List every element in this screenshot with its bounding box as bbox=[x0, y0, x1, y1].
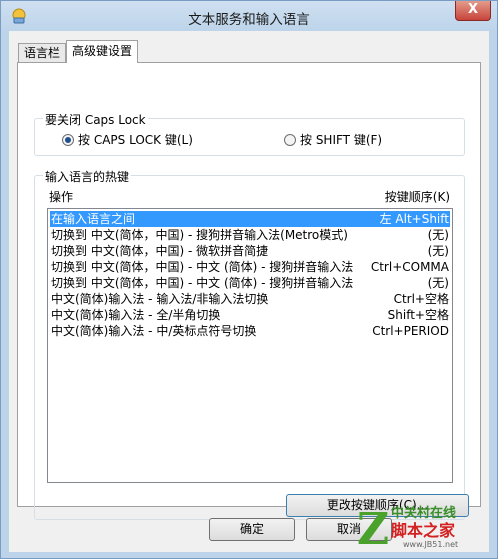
title-bar[interactable]: 文本服务和输入语言 X bbox=[1, 1, 497, 31]
watermark-url: www.JB51.net bbox=[403, 540, 459, 549]
ok-button[interactable]: 确定 bbox=[209, 518, 295, 541]
hotkey-keys: Shift+空格 bbox=[387, 308, 449, 322]
list-item[interactable]: 中文(简体)输入法 - 中/英标点符号切换 Ctrl+PERIOD bbox=[50, 323, 450, 339]
hotkey-keys: (无) bbox=[427, 228, 449, 242]
hotkey-action: 中文(简体)输入法 - 中/英标点符号切换 bbox=[51, 324, 257, 338]
dialog-window: 文本服务和输入语言 X 语言栏 高级键设置 要关闭 Caps Lock 按 CA… bbox=[0, 0, 498, 559]
hotkey-action: 在输入语言之间 bbox=[51, 212, 136, 226]
close-icon: X bbox=[467, 2, 479, 17]
radio-shift-label: 按 SHIFT 键(F) bbox=[300, 133, 383, 147]
caps-lock-group-title: 要关闭 Caps Lock bbox=[43, 111, 148, 128]
hotkey-keys: Ctrl+PERIOD bbox=[372, 324, 449, 338]
hotkey-action: 切换到 中文(简体，中国) - 搜狗拼音输入法(Metro模式) bbox=[51, 228, 348, 242]
hotkey-action: 中文(简体)输入法 - 全/半角切换 bbox=[51, 308, 221, 322]
hotkey-keys: Ctrl+COMMA bbox=[370, 260, 449, 274]
watermark-text-jb51: 脚本之家 bbox=[391, 521, 456, 540]
list-item[interactable]: 在输入语言之间 左 Alt+Shift bbox=[50, 211, 450, 227]
hotkey-keys: (无) bbox=[427, 244, 449, 258]
hotkey-keys: (无) bbox=[427, 276, 449, 290]
list-item[interactable]: 中文(简体)输入法 - 输入法/非输入法切换 Ctrl+空格 bbox=[50, 291, 450, 307]
watermark: Z 中关村在线 脚本之家 www.JB51.net bbox=[357, 496, 497, 558]
radio-selected-icon bbox=[62, 133, 74, 146]
hotkey-action: 中文(简体)输入法 - 输入法/非输入法切换 bbox=[51, 292, 269, 306]
caps-lock-group: 要关闭 Caps Lock 按 CAPS LOCK 键(L) 按 SHIFT 键… bbox=[34, 111, 465, 156]
watermark-logo: Z bbox=[357, 504, 390, 555]
hotkey-action: 切换到 中文(简体，中国) - 微软拼音简捷 bbox=[51, 244, 269, 258]
window-title: 文本服务和输入语言 bbox=[188, 12, 310, 28]
radio-shift-key[interactable]: 按 SHIFT 键(F) bbox=[284, 131, 382, 148]
list-item[interactable]: 切换到 中文(简体，中国) - 中文 (简体) - 搜狗拼音输入法 Ctrl+C… bbox=[50, 259, 450, 275]
tab-advanced-key-settings[interactable]: 高级键设置 bbox=[66, 40, 139, 63]
hotkeys-group: 输入语言的热键 操作 按键顺序(K) 在输入语言之间 左 Alt+Shift 切… bbox=[34, 168, 469, 520]
hotkey-action: 切换到 中文(简体，中国) - 中文 (简体) - 搜狗拼音输入法 bbox=[51, 260, 354, 274]
tab-language-bar[interactable]: 语言栏 bbox=[18, 43, 67, 62]
hotkeys-group-title: 输入语言的热键 bbox=[43, 168, 132, 185]
column-header-key-sequence: 按键顺序(K) bbox=[384, 190, 450, 204]
list-item[interactable]: 切换到 中文(简体，中国) - 微软拼音简捷 (无) bbox=[50, 243, 450, 259]
hotkey-action: 切换到 中文(简体，中国) - 中文 (简体) - 搜狗拼音输入法 bbox=[51, 276, 354, 290]
dialog-client-area: 语言栏 高级键设置 要关闭 Caps Lock 按 CAPS LOCK 键(L)… bbox=[9, 31, 489, 552]
list-item[interactable]: 中文(简体)输入法 - 全/半角切换 Shift+空格 bbox=[50, 307, 450, 323]
radio-caps-lock-label: 按 CAPS LOCK 键(L) bbox=[78, 133, 193, 147]
radio-caps-lock-key[interactable]: 按 CAPS LOCK 键(L) bbox=[62, 131, 193, 148]
hotkey-list[interactable]: 在输入语言之间 左 Alt+Shift 切换到 中文(简体，中国) - 搜狗拼音… bbox=[47, 208, 453, 483]
hotkey-keys: Ctrl+空格 bbox=[393, 292, 449, 306]
list-item[interactable]: 切换到 中文(简体，中国) - 中文 (简体) - 搜狗拼音输入法 (无) bbox=[50, 275, 450, 291]
close-button[interactable]: X bbox=[455, 1, 491, 21]
radio-unselected-icon bbox=[284, 133, 296, 146]
column-header-action: 操作 bbox=[49, 190, 74, 204]
hotkey-keys: 左 Alt+Shift bbox=[379, 212, 449, 226]
tab-page-advanced: 要关闭 Caps Lock 按 CAPS LOCK 键(L) 按 SHIFT 键… bbox=[17, 62, 481, 520]
list-item[interactable]: 切换到 中文(简体，中国) - 搜狗拼音输入法(Metro模式) (无) bbox=[50, 227, 450, 243]
